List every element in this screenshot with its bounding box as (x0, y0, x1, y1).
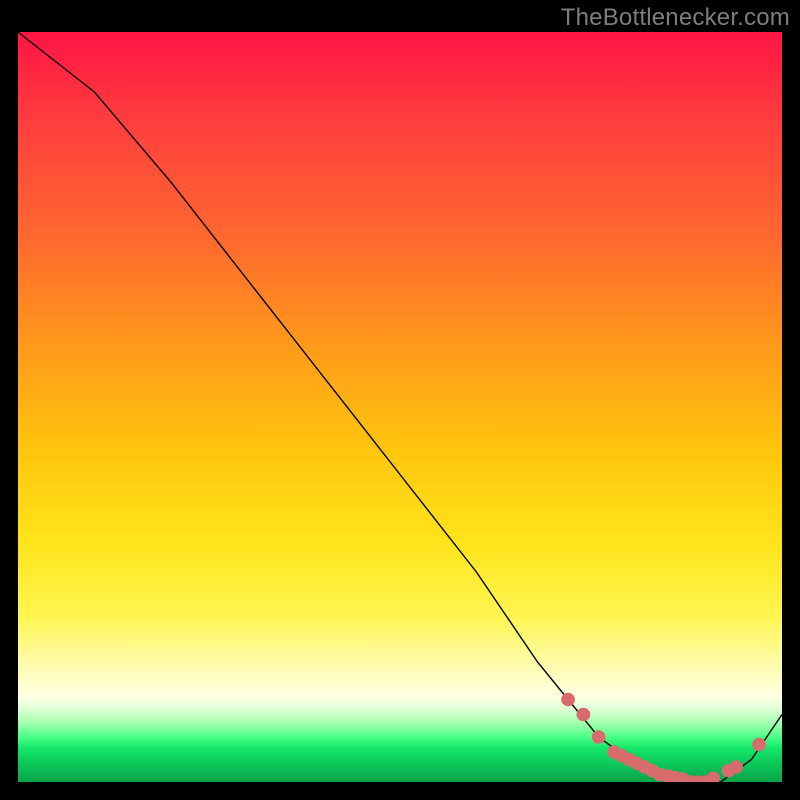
chart-marker (576, 708, 590, 722)
attribution-text: TheBottlenecker.com (561, 4, 790, 32)
chart-marker (561, 693, 575, 707)
chart-marker (592, 730, 606, 744)
chart-area (18, 32, 782, 782)
chart-curve (18, 32, 782, 782)
chart-marker (752, 738, 766, 752)
chart-svg (18, 32, 782, 782)
chart-marker (729, 760, 743, 774)
chart-marker (706, 772, 720, 783)
chart-markers (561, 693, 766, 782)
